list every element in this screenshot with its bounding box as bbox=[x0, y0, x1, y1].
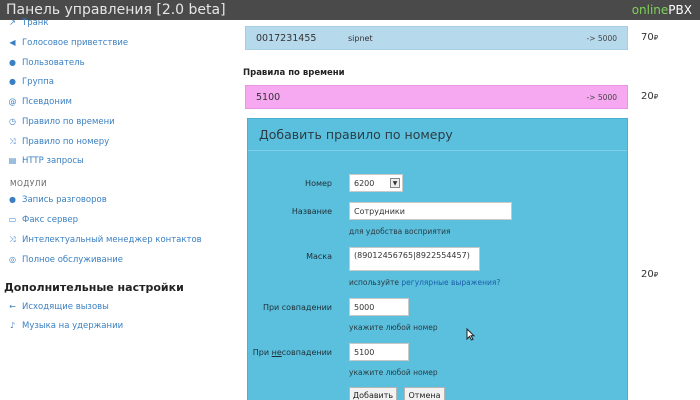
nomatch-label-suffix: совпадении bbox=[281, 348, 332, 357]
route-number: 0017231455 bbox=[256, 32, 317, 44]
nomatch-input-value: 5100 bbox=[354, 347, 375, 357]
http-icon: ▤ bbox=[8, 156, 17, 165]
sidebar-item-user[interactable]: ● Пользователь bbox=[8, 58, 85, 68]
sidebar-item-label: Полное обслуживание bbox=[22, 255, 124, 265]
match-input[interactable]: 5000 bbox=[349, 298, 409, 316]
dialog-title: Добавить правило по номеру bbox=[248, 119, 627, 151]
sidebar-item-label: Пользователь bbox=[22, 58, 85, 68]
time-rule-row[interactable]: 5100 -> 5000 bbox=[245, 85, 628, 109]
currency-sign: ₽ bbox=[653, 271, 659, 279]
service-icon: ◎ bbox=[9, 255, 16, 264]
sidebar-item-label: Правило по времени bbox=[22, 117, 115, 127]
name-label: Название bbox=[291, 207, 332, 216]
route-provider: sipnet bbox=[348, 33, 373, 43]
sidebar-item-label: Голосовое приветствие bbox=[22, 38, 129, 48]
mask-hint: используйте регулярные выражения? bbox=[349, 278, 500, 287]
cancel-button[interactable]: Отмена bbox=[404, 387, 445, 400]
group-icon: ● bbox=[9, 77, 16, 86]
music-icon: ♪ bbox=[9, 321, 16, 330]
chevron-down-icon[interactable]: ▼ bbox=[390, 178, 400, 188]
sidebar-item-trunk[interactable]: ↗ Транк bbox=[8, 18, 49, 28]
sidebar-item-time-rule[interactable]: ◷ Правило по времени bbox=[8, 117, 115, 127]
alias-icon: @ bbox=[8, 97, 17, 106]
nomatch-label-underlined: не bbox=[271, 348, 282, 357]
sidebar-item-alias[interactable]: @ Псевдоним bbox=[8, 97, 72, 107]
time-rule-icon: ◷ bbox=[9, 117, 16, 126]
sidebar-item-label: Исходящие вызовы bbox=[22, 302, 109, 312]
sidebar-item-label: Музыка на удержании bbox=[22, 321, 124, 331]
sidebar-item-number-rule[interactable]: ⤨ Правило по номеру bbox=[8, 137, 109, 147]
number-label: Номер bbox=[305, 179, 332, 188]
nomatch-input[interactable]: 5100 bbox=[349, 343, 409, 361]
trunk-icon: ↗ bbox=[9, 18, 16, 27]
extra-settings-title: Дополнительные настройки bbox=[4, 281, 184, 294]
sidebar-item-label: Запись разговоров bbox=[22, 195, 107, 205]
sidebar-item-label: Правило по номеру bbox=[22, 137, 110, 147]
sidebar-item-recording[interactable]: ● Запись разговоров bbox=[8, 195, 107, 205]
brand-logo-part1: online bbox=[631, 3, 669, 17]
sidebar-item-label: Группа bbox=[22, 77, 54, 87]
route-price: 70₽ bbox=[641, 32, 658, 43]
sidebar-item-fax[interactable]: ▭ Факс сервер bbox=[8, 215, 78, 225]
nomatch-label: При несовпадении bbox=[253, 348, 332, 357]
sidebar-item-label: Псевдоним bbox=[22, 97, 72, 107]
sidebar-item-outgoing[interactable]: ← Исходящие вызовы bbox=[8, 302, 109, 312]
match-label: При совпадении bbox=[262, 303, 332, 312]
route-price: 20₽ bbox=[641, 269, 658, 280]
brand-logo[interactable]: onlinePBX bbox=[632, 3, 692, 17]
sidebar-item-greeting[interactable]: ◀ Голосовое приветствие bbox=[8, 38, 128, 48]
sidebar-item-label: Факс сервер bbox=[22, 215, 78, 225]
mouse-cursor-icon bbox=[466, 328, 475, 341]
sidebar-item-contacts[interactable]: ⤨ Интелектуальный менеджер контактов bbox=[8, 235, 202, 245]
app-title: Панель управления [2.0 beta] bbox=[6, 2, 226, 18]
number-rule-icon: ⤨ bbox=[9, 137, 16, 146]
match-input-value: 5000 bbox=[354, 302, 375, 312]
match-hint: укажите любой номер bbox=[349, 323, 438, 332]
mask-textarea-value: (89012456765|8922554457) bbox=[354, 251, 470, 260]
currency-sign: ₽ bbox=[653, 93, 659, 101]
sidebar-item-label: HTTP запросы bbox=[22, 156, 84, 166]
user-icon: ● bbox=[9, 58, 16, 67]
route-price: 20₽ bbox=[641, 91, 658, 102]
route-target: -> 5000 bbox=[586, 33, 617, 43]
add-number-rule-dialog: Добавить правило по номеру Номер 6200 ▼ … bbox=[247, 118, 628, 400]
price-value: 20 bbox=[641, 91, 654, 102]
add-button[interactable]: Добавить bbox=[349, 387, 397, 400]
sidebar-item-http[interactable]: ▤ HTTP запросы bbox=[8, 156, 84, 166]
regex-help-link[interactable]: регулярные выражения? bbox=[401, 278, 500, 287]
top-bar: Панель управления [2.0 beta] onlinePBX bbox=[0, 0, 700, 20]
mask-label: Маска bbox=[306, 252, 332, 261]
name-input[interactable]: Сотрудники bbox=[349, 202, 512, 220]
sidebar-item-label: Транк bbox=[22, 18, 49, 28]
number-select-value: 6200 bbox=[354, 178, 375, 188]
nomatch-hint: укажите любой номер bbox=[349, 368, 438, 377]
fax-icon: ▭ bbox=[8, 215, 17, 224]
brand-logo-part2: PBX bbox=[668, 3, 692, 17]
name-input-value: Сотрудники bbox=[354, 206, 405, 216]
record-icon: ● bbox=[9, 195, 16, 204]
sidebar-item-service[interactable]: ◎ Полное обслуживание bbox=[8, 255, 123, 265]
sidebar: ↗ Транк ◀ Голосовое приветствие ● Пользо… bbox=[0, 18, 235, 400]
currency-sign: ₽ bbox=[653, 34, 659, 42]
name-hint: для удобства восприятия bbox=[349, 227, 451, 236]
mask-textarea[interactable]: (89012456765|8922554457) bbox=[349, 247, 480, 271]
mask-hint-text: используйте bbox=[349, 278, 402, 287]
sidebar-item-music[interactable]: ♪ Музыка на удержании bbox=[8, 321, 123, 331]
sidebar-item-group[interactable]: ● Группа bbox=[8, 77, 54, 87]
outgoing-icon: ← bbox=[9, 302, 16, 311]
nomatch-label-prefix: При bbox=[252, 348, 272, 357]
price-value: 20 bbox=[641, 269, 654, 280]
contacts-icon: ⤨ bbox=[9, 235, 16, 244]
number-select[interactable]: 6200 ▼ bbox=[349, 174, 403, 192]
sidebar-item-label: Интелектуальный менеджер контактов bbox=[22, 235, 202, 245]
greeting-icon: ◀ bbox=[9, 38, 16, 47]
time-rules-heading: Правила по времени bbox=[243, 68, 345, 78]
route-target: -> 5000 bbox=[586, 92, 617, 102]
modules-section-label: МОДУЛИ bbox=[10, 179, 48, 188]
price-value: 70 bbox=[641, 32, 654, 43]
route-row[interactable]: 0017231455 sipnet -> 5000 bbox=[245, 26, 628, 50]
route-number: 5100 bbox=[256, 91, 281, 103]
